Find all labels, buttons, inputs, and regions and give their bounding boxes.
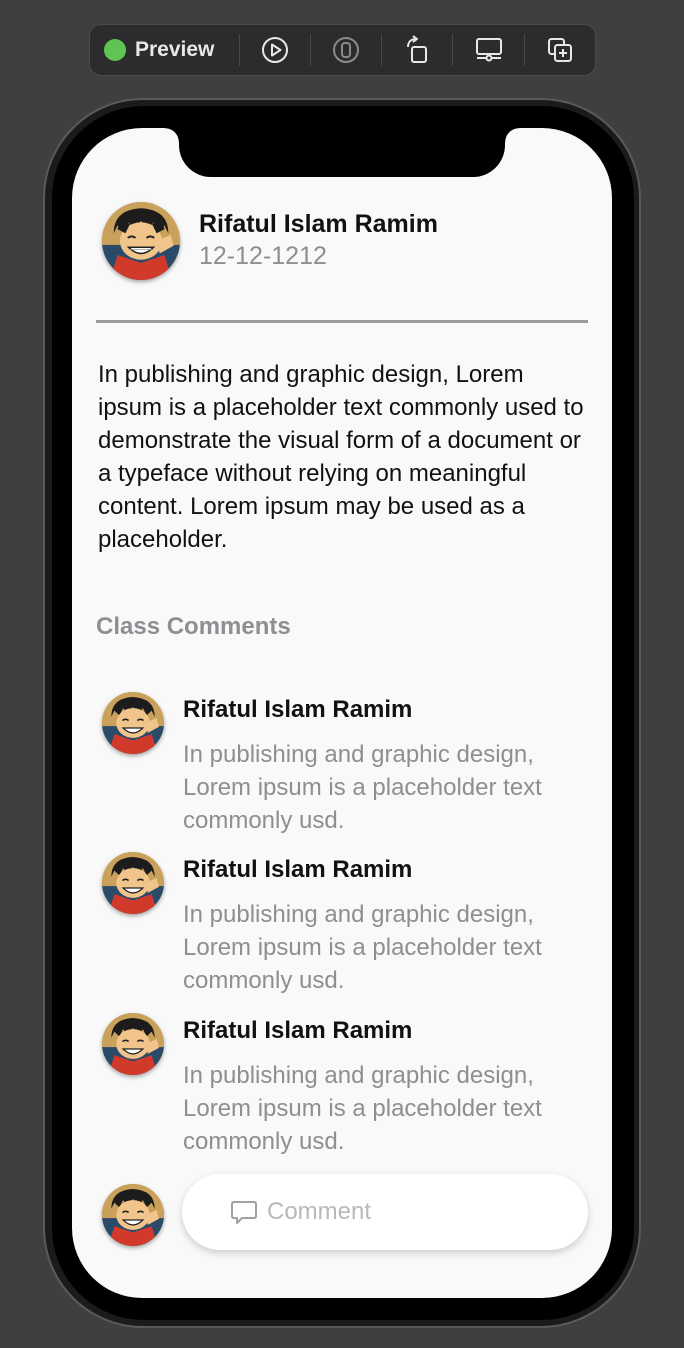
monitor-button[interactable] [453,25,523,75]
comment-text: In publishing and graphic design, Lorem … [183,1062,542,1155]
preview-label: Preview [135,38,215,61]
current-user-avatar[interactable] [102,1184,164,1246]
preview-toolbar: Preview [89,24,596,76]
rotate-icon [407,35,428,63]
monitor-icon [475,38,502,62]
comment-item: Rifatul Islam Ramim In publishing and gr… [72,692,612,842]
comment-avatar[interactable] [102,852,164,914]
phone-notch [165,128,519,177]
comments-section-title: Class Comments [96,613,291,640]
preview-status: Preview [90,25,239,75]
profile-date: 12-12-1212 [199,242,327,270]
profile-avatar[interactable] [102,202,180,280]
header-divider [96,320,588,323]
comment-item: Rifatul Islam Ramim In publishing and gr… [72,1013,612,1163]
comment-author: Rifatul Islam Ramim [183,1017,413,1044]
device-button[interactable] [311,25,381,75]
duplicate-button[interactable] [525,25,595,75]
comment-text: In publishing and graphic design, Lorem … [183,901,542,994]
avatar-image [102,692,164,754]
profile-name: Rifatul Islam Ramim [199,210,438,238]
comment-item: Rifatul Islam Ramim In publishing and gr… [72,852,612,1002]
comment-text: In publishing and graphic design, Lorem … [183,741,542,834]
comment-author: Rifatul Islam Ramim [183,856,413,883]
comment-avatar[interactable] [102,1013,164,1075]
avatar-image [102,1184,164,1246]
play-icon [261,37,288,63]
avatar-image [102,1013,164,1075]
comment-author: Rifatul Islam Ramim [183,696,413,723]
avatar-image [102,852,164,914]
duplicate-icon [547,38,572,62]
comment-placeholder: Comment [267,1198,372,1225]
device-icon [333,37,360,63]
post-description: In publishing and graphic design, Lorem … [98,361,584,553]
status-indicator [104,39,126,61]
comment-input[interactable]: Comment [182,1174,588,1250]
phone-screen: Rifatul Islam Ramim 12-12-1212 In publis… [72,128,612,1298]
comment-bubble-icon [230,1198,258,1226]
comment-avatar[interactable] [102,692,164,754]
play-button[interactable] [240,25,310,75]
avatar-image [102,202,180,280]
rotate-button[interactable] [382,25,452,75]
